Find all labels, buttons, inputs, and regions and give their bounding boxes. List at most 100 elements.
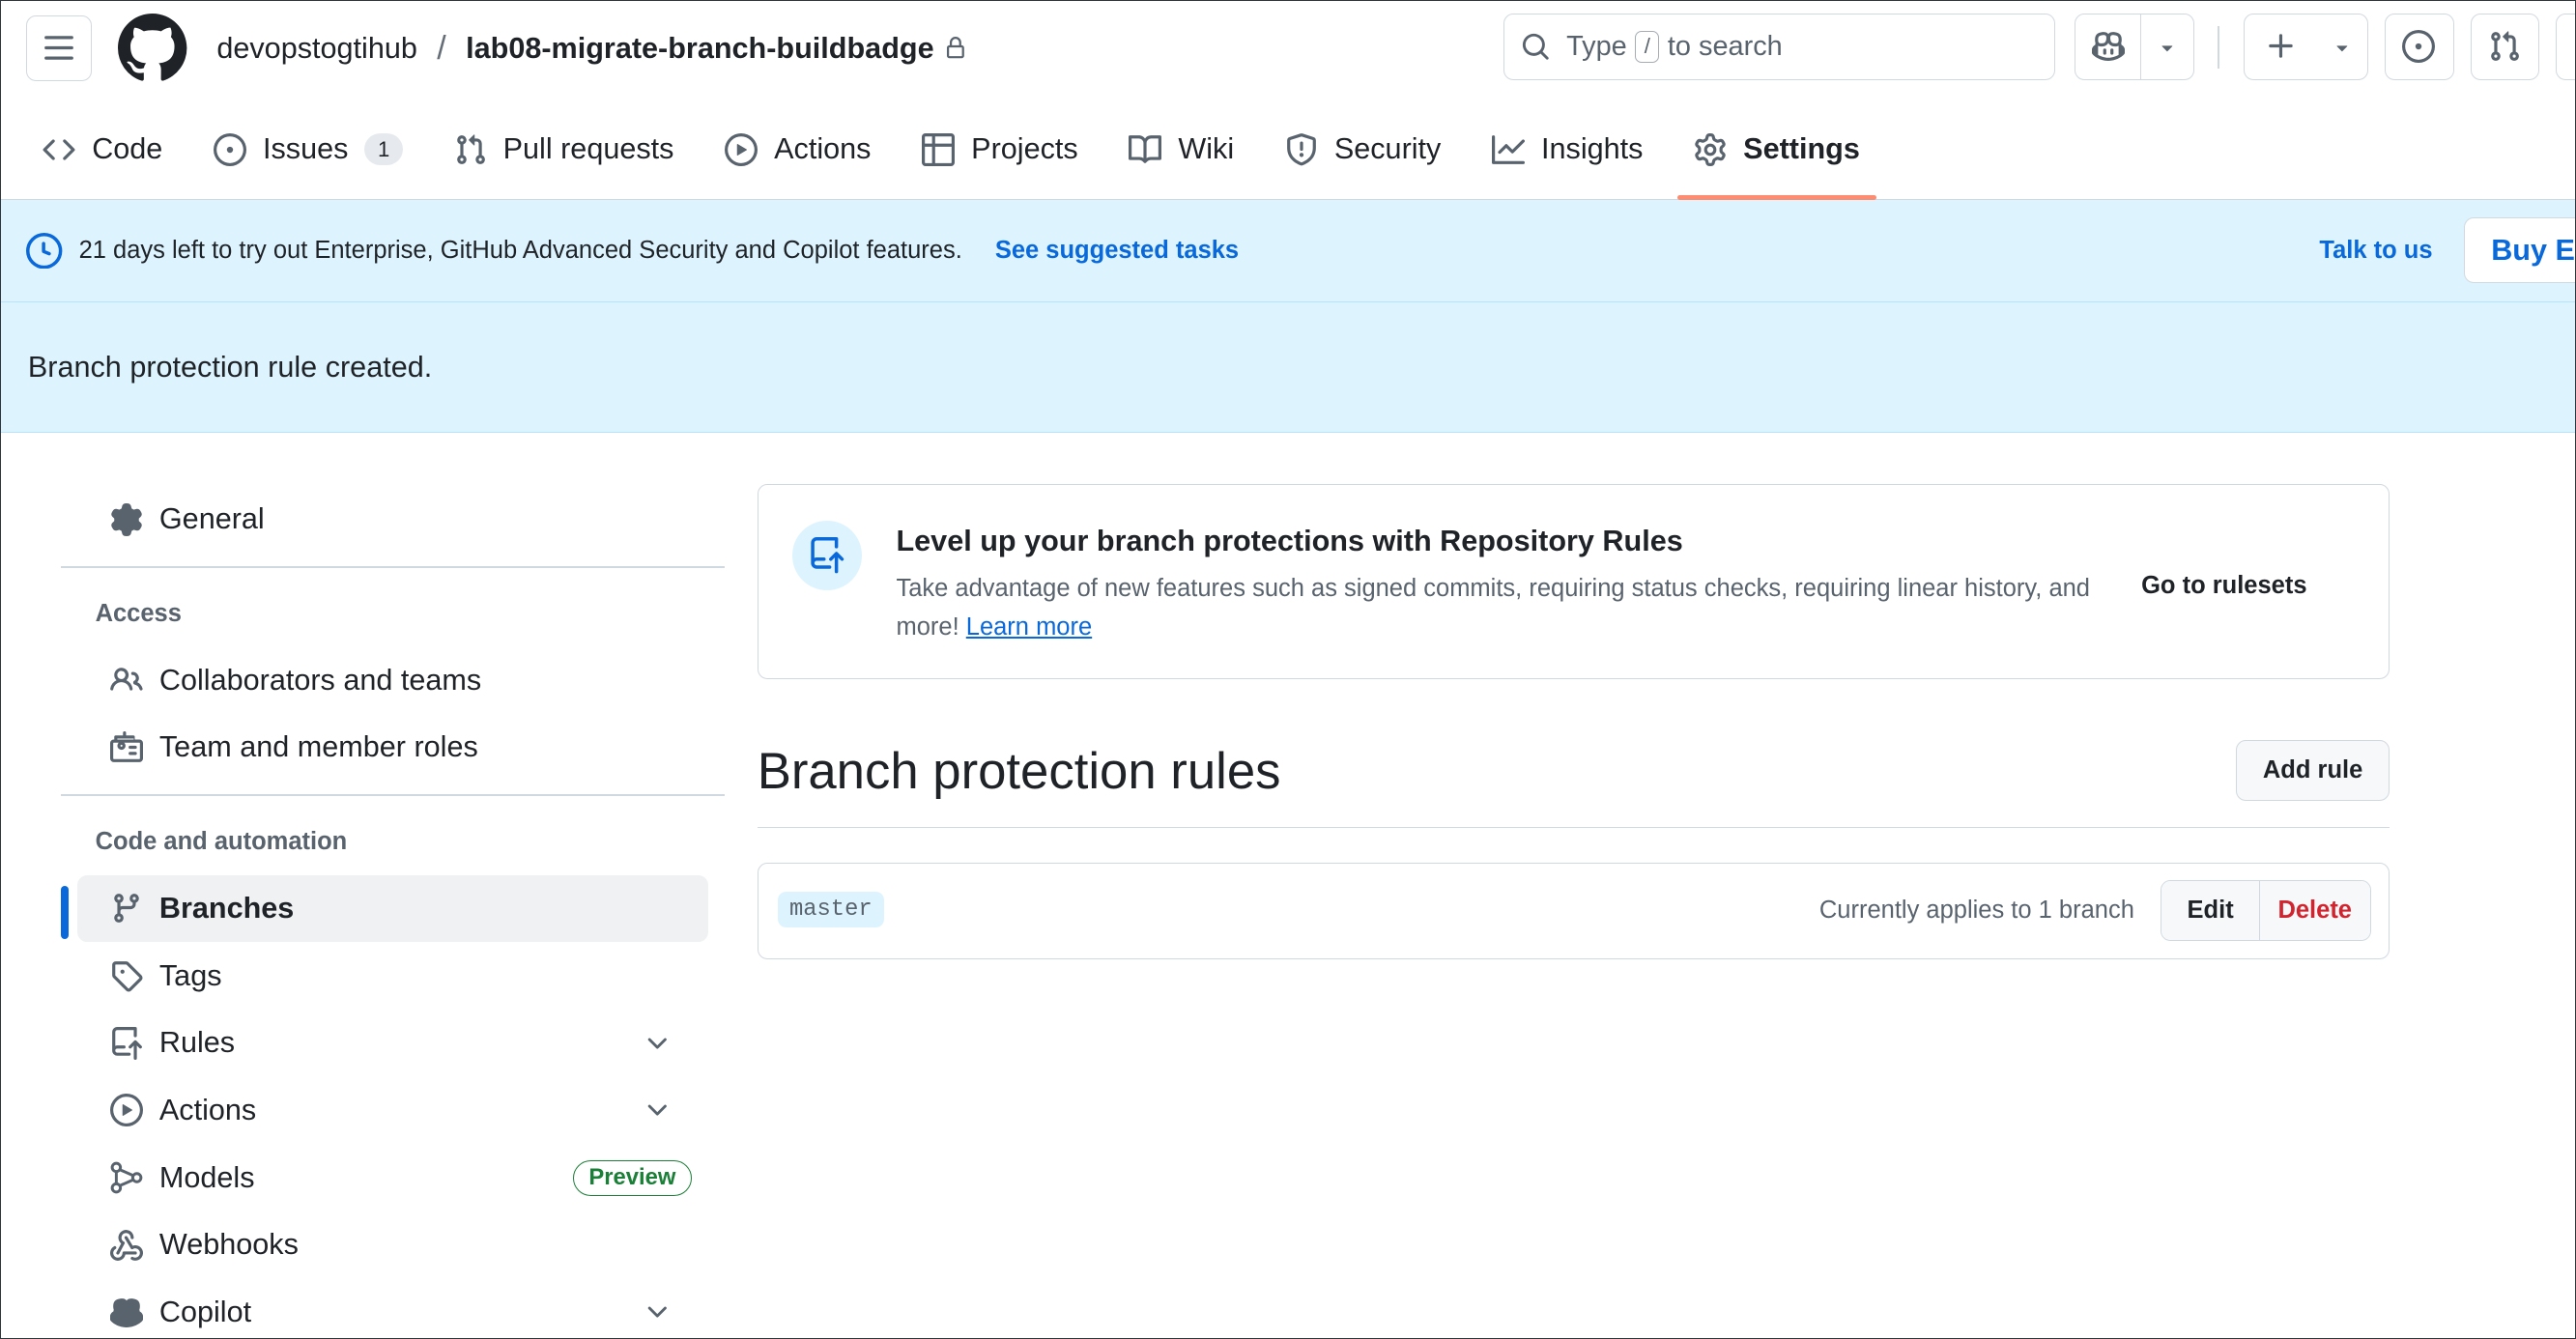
sidebar-item-label: Actions	[158, 1093, 257, 1126]
pull-requests-button[interactable]	[2470, 13, 2540, 81]
repo-owner-link[interactable]: devopstogtihub	[216, 32, 417, 66]
gear-icon	[111, 502, 142, 536]
sidebar-item-rules[interactable]: Rules	[77, 1010, 708, 1077]
breadcrumb-separator: /	[437, 29, 446, 67]
github-logo-icon[interactable]	[118, 14, 187, 82]
sidebar-item-collaborators[interactable]: Collaborators and teams	[77, 646, 708, 714]
buy-enterprise-label: Buy Enterprise	[2491, 233, 2575, 267]
table-icon	[922, 132, 956, 166]
learn-more-link[interactable]: Learn more	[966, 613, 1092, 641]
copilot-button-group	[2075, 13, 2195, 81]
copilot-icon	[2091, 32, 2125, 62]
sidebar-item-tags[interactable]: Tags	[77, 942, 708, 1010]
sidebar-item-label: Copilot	[158, 1296, 252, 1329]
header-divider	[2218, 26, 2219, 70]
branch-name-tag[interactable]: master	[778, 891, 884, 928]
graph-icon	[1492, 134, 1526, 164]
copilot-dropdown-button[interactable]	[2141, 14, 2193, 80]
rule-actions: Edit Delete	[2161, 880, 2371, 941]
chevron-down-icon	[647, 1038, 667, 1049]
sidebar-item-actions[interactable]: Actions	[77, 1077, 708, 1145]
tab-security[interactable]: Security	[1269, 117, 1458, 199]
id-badge-icon	[109, 730, 143, 762]
add-rule-button[interactable]: Add rule	[2235, 740, 2390, 802]
repo-push-icon	[112, 1026, 142, 1060]
rulesets-promo: Level up your branch protections with Re…	[757, 484, 2390, 680]
talk-to-us-link[interactable]: Talk to us	[2319, 237, 2432, 265]
edit-rule-button[interactable]: Edit	[2161, 881, 2260, 940]
suggested-tasks-link[interactable]: See suggested tasks	[995, 237, 1239, 265]
trial-banner: 21 days left to try out Enterprise, GitH…	[0, 199, 2576, 303]
repo-push-icon	[792, 521, 862, 590]
copilot-icon	[109, 1297, 143, 1327]
create-new-button[interactable]	[2245, 14, 2317, 80]
sidebar-heading-code-automation: Code and automation	[95, 828, 348, 856]
sidebar-heading-access: Access	[95, 599, 182, 627]
sidebar-item-label: Rules	[158, 1026, 236, 1060]
settings-sidebar: General Access Collaborators and teams T…	[60, 433, 725, 1339]
play-icon	[725, 132, 758, 166]
sidebar-divider	[60, 794, 725, 796]
create-new-dropdown[interactable]	[2317, 14, 2366, 80]
tab-actions[interactable]: Actions	[708, 117, 887, 199]
search-icon	[1522, 34, 1549, 60]
menu-button[interactable]	[26, 15, 93, 82]
gear-icon	[1695, 132, 1726, 166]
inbox-button[interactable]	[2556, 13, 2576, 81]
flash-message: Branch protection rule created.	[27, 350, 433, 384]
clock-icon	[26, 232, 63, 270]
create-new-button-group[interactable]	[2244, 13, 2369, 81]
branch-rule-row: master Currently applies to 1 branch Edi…	[757, 863, 2390, 960]
tab-code[interactable]: Code	[26, 117, 179, 199]
plus-icon	[2268, 34, 2293, 59]
promo-description: Take advantage of new features such as s…	[896, 570, 2128, 645]
go-to-rulesets-button[interactable]: Go to rulesets	[2141, 572, 2306, 600]
repo-nav: Code Issues 1 Pull requests Actions Proj…	[0, 97, 2576, 201]
sidebar-item-team-roles[interactable]: Team and member roles	[77, 714, 708, 782]
sidebar-item-label: Tags	[158, 958, 222, 992]
chevron-down-icon	[647, 1104, 667, 1116]
preview-badge: Preview	[573, 1159, 692, 1196]
search-placeholder-prefix: Type	[1566, 30, 1627, 62]
breadcrumb: devopstogtihub / lab08-migrate-branch-bu…	[216, 30, 966, 68]
search-input[interactable]: Type / to search	[1503, 13, 2055, 81]
issue-opened-icon	[214, 132, 247, 166]
promo-title: Level up your branch protections with Re…	[896, 524, 1683, 557]
delete-rule-button[interactable]: Delete	[2259, 881, 2370, 940]
search-placeholder-suffix: to search	[1667, 30, 1783, 62]
issue-opened-icon	[2402, 30, 2436, 64]
chevron-down-icon	[647, 1306, 667, 1318]
sidebar-item-webhooks[interactable]: Webhooks	[77, 1211, 708, 1279]
shield-icon	[1286, 132, 1316, 165]
tab-label: Settings	[1743, 132, 1860, 166]
issues-button[interactable]	[2385, 13, 2454, 81]
code-icon	[43, 139, 75, 160]
triangle-down-icon	[2161, 44, 2173, 51]
sidebar-item-general[interactable]: General	[77, 486, 708, 554]
sidebar-divider	[60, 566, 725, 568]
sidebar-item-label: Collaborators and teams	[158, 663, 482, 697]
play-icon	[109, 1094, 143, 1127]
tab-insights[interactable]: Insights	[1475, 117, 1659, 199]
tab-label: Actions	[774, 132, 872, 166]
sidebar-item-branches[interactable]: Branches	[60, 874, 708, 943]
page-title: Branch protection rules	[757, 742, 1281, 800]
tab-wiki[interactable]: Wiki	[1112, 117, 1250, 199]
sidebar-item-copilot[interactable]: Copilot	[77, 1279, 708, 1339]
tab-pull-requests[interactable]: Pull requests	[438, 117, 691, 199]
people-icon	[110, 668, 143, 691]
repo-name-link[interactable]: lab08-migrate-branch-buildbadge	[466, 32, 933, 66]
global-header: devopstogtihub / lab08-migrate-branch-bu…	[0, 0, 2576, 97]
branches-main: Level up your branch protections with Re…	[757, 433, 2390, 960]
buy-enterprise-button[interactable]: Buy Enterprise	[2464, 217, 2576, 284]
triangle-down-icon	[2336, 44, 2347, 51]
tab-label: Issues	[263, 132, 349, 166]
tab-settings[interactable]: Settings	[1677, 117, 1876, 201]
git-branch-icon	[114, 894, 139, 924]
tab-issues[interactable]: Issues 1	[197, 117, 419, 199]
tab-projects[interactable]: Projects	[905, 117, 1095, 199]
tag-icon	[112, 961, 143, 992]
rule-applies-text: Currently applies to 1 branch	[1818, 897, 2134, 925]
sidebar-item-models[interactable]: Models Preview	[77, 1144, 708, 1211]
copilot-button[interactable]	[2075, 14, 2142, 80]
